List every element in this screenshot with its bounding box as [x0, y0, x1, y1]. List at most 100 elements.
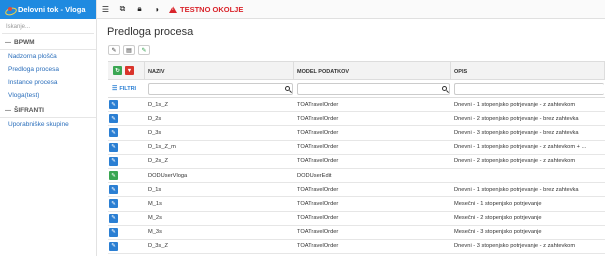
refresh-icon[interactable]: ↻ [113, 66, 122, 75]
row-actions: ✎ [108, 128, 145, 138]
cell-opis: Dnevni - 2 stopenjsko potrjevanje - brez… [454, 115, 579, 122]
cell-model: TOATravelOrder [297, 129, 339, 136]
table-row[interactable]: ✎ DODUserVloga DODUserEdit [108, 169, 605, 184]
cell-model: TOATravelOrder [297, 144, 339, 151]
settings-button[interactable]: ✎ [108, 45, 120, 55]
filter-icon[interactable]: ▼ [125, 66, 134, 75]
sidebar-section-label: ŠIFRANTI [14, 107, 44, 114]
cell-naziv: D_3s_Z [148, 243, 168, 250]
table-row[interactable]: ✎ D_2s_Z TOATravelOrder Dnevni - 2 stopenjs… [108, 155, 605, 169]
sidebar-search-input[interactable]: Iskanje... [2, 21, 94, 34]
row-actions: ✎ [108, 213, 145, 223]
edit-button[interactable]: ✎ [138, 45, 150, 55]
cell-opis: Dnevni - 1 stopenjsko potrjevanje - brez… [454, 186, 579, 193]
cell-naziv: M_1s [148, 200, 162, 207]
external-link-icon[interactable]: ⧉ [114, 0, 131, 19]
sidebar-section-bpwm[interactable]: — BPWM [0, 34, 96, 49]
row-actions: ✎ [108, 100, 145, 110]
edit-row-icon[interactable]: ✎ [109, 241, 118, 251]
sidebar-item-predloga-procesa[interactable]: Predloga procesa [0, 63, 96, 76]
lock-icon[interactable]: 🔒︎ [131, 0, 148, 19]
table-row[interactable]: ✎ D_1s_Z TOATravelOrder Dnevni - 1 stopenjs… [108, 98, 605, 113]
cell-opis: Mesečni - 1 stopenjsko potrjevanje [454, 200, 542, 207]
page-title: Predloga procesa [107, 26, 194, 38]
table-row[interactable]: ✎ D_2s TOATravelOrder Dnevni - 2 stopenjsko… [108, 112, 605, 127]
table-row[interactable]: ✎ D_3s_Z TOATravelOrder Dnevni - 3 stopenjs… [108, 240, 605, 255]
sidebar-item-instance-procesa[interactable]: Instance procesa [0, 76, 96, 89]
cell-opis: Dnevni - 1 stopenjsko potrjevanje - z za… [454, 101, 576, 108]
process-template-grid: ↻ ▼ NAZIV MODEL PODATKOV OPIS ☰ FILTRI ✎… [108, 61, 605, 255]
table-row[interactable]: ✎ D_1s_Z_m TOATravelOrder Dnevni - 1 stopen… [108, 141, 605, 155]
print-button[interactable]: ▤ [123, 45, 135, 55]
edit-row-icon[interactable]: ✎ [109, 156, 118, 166]
search-icon[interactable] [442, 86, 447, 91]
edit-row-icon[interactable]: ✎ [109, 199, 118, 209]
cell-naziv: D_2s [148, 115, 162, 122]
menu-icon[interactable]: ☰ [97, 0, 114, 19]
search-icon[interactable] [285, 86, 290, 91]
print-icon: ▤ [126, 47, 132, 54]
edit-row-icon[interactable]: ✎ [109, 213, 118, 223]
cell-opis: Dnevni - 1 stopenjsko potrjevanje - z za… [454, 144, 587, 151]
cell-model: TOATravelOrder [297, 101, 339, 108]
cell-naziv: M_3s [148, 229, 162, 236]
sidebar-item-uporabniske-skupine[interactable]: Uporabniške skupine [0, 118, 96, 131]
sidebar-item-nadzorna-plosca[interactable]: Nadzorna plošča [0, 50, 96, 63]
sidebar: Delovni tok - Vloga Iskanje... — BPWM Na… [0, 0, 97, 256]
sidebar-section-label: BPWM [14, 39, 35, 46]
filter-opis-input[interactable] [454, 82, 604, 95]
grid-body: ✎ D_1s_Z TOATravelOrder Dnevni - 1 stopenjs… [108, 98, 605, 255]
cell-opis: Dnevni - 2 stopenjsko potrjevanje - z za… [454, 158, 576, 165]
edit-row-icon[interactable]: ✎ [109, 114, 118, 124]
header-actions: ↻ ▼ [108, 62, 145, 79]
sidebar-item-vloga-test[interactable]: Vloga(test) [0, 89, 96, 102]
cell-opis: Mesečni - 3 stopenjsko potrjevanje [454, 229, 542, 236]
table-row[interactable]: ✎ M_3s TOATravelOrder Mesečni - 3 stopenjsk… [108, 226, 605, 240]
edit-row-icon[interactable]: ✎ [109, 100, 118, 110]
row-actions: ✎ [108, 185, 145, 195]
table-row[interactable]: ✎ M_2s TOATravelOrder Mesečni - 2 stopenjsk… [108, 212, 605, 226]
edit-row-icon[interactable]: ✎ [109, 128, 118, 138]
edit-row-icon[interactable]: ✎ [109, 171, 118, 181]
cell-model: TOATravelOrder [297, 115, 339, 122]
edit-row-icon[interactable]: ✎ [109, 185, 118, 195]
cell-model: TOATravelOrder [297, 158, 339, 165]
cell-model: TOATravelOrder [297, 243, 339, 250]
grid-header: ↻ ▼ NAZIV MODEL PODATKOV OPIS [108, 61, 605, 80]
edit-row-icon[interactable]: ✎ [109, 142, 118, 152]
cell-naziv: DODUserVloga [148, 172, 188, 179]
column-header-naziv[interactable]: NAZIV [145, 62, 294, 79]
table-row[interactable]: ✎ M_1s TOATravelOrder Mesečni - 1 stopenjsk… [108, 197, 605, 212]
cell-naziv: M_2s [148, 215, 162, 222]
row-actions: ✎ [108, 156, 145, 166]
pencil-icon: ✎ [141, 47, 147, 54]
minus-icon: — [5, 107, 11, 114]
row-actions: ✎ [108, 199, 145, 209]
cell-opis: Mesečni - 2 stopenjsko potrjevanje [454, 215, 542, 222]
cell-naziv: D_2s_Z [148, 158, 168, 165]
cell-model: TOATravelOrder [297, 229, 339, 236]
table-row[interactable]: ✎ D_1s TOATravelOrder Dnevni - 1 stopenjsko… [108, 183, 605, 198]
filters-label: FILTRI [119, 85, 137, 92]
sidebar-section-sifranti[interactable]: — ŠIFRANTI [0, 102, 96, 117]
cell-model: TOATravelOrder [297, 186, 339, 193]
cell-naziv: D_1s_Z [148, 101, 168, 108]
filter-naziv-input[interactable] [148, 82, 293, 95]
app-logo-icon [5, 6, 15, 14]
row-actions: ✎ [108, 114, 145, 124]
cell-opis: Dnevni - 3 stopenjsko potrjevanje - z za… [454, 243, 576, 250]
cell-opis: Dnevni - 3 stopenjsko potrjevanje - brez… [454, 129, 579, 136]
cell-naziv: D_3s [148, 129, 162, 136]
column-header-model[interactable]: MODEL PODATKOV [294, 62, 451, 79]
app-brand[interactable]: Delovni tok - Vloga [0, 0, 96, 19]
filter-row: ☰ FILTRI [108, 80, 605, 98]
contrast-icon[interactable]: ◑ [148, 0, 165, 19]
table-row[interactable]: ✎ D_3s TOATravelOrder Dnevni - 3 stopenjsko… [108, 126, 605, 141]
list-icon: ☰ [112, 86, 118, 92]
filters-button[interactable]: ☰ FILTRI [108, 85, 145, 93]
filter-model-input[interactable] [297, 82, 450, 95]
column-header-opis[interactable]: OPIS [451, 62, 605, 79]
edit-row-icon[interactable]: ✎ [109, 227, 118, 237]
warning-icon [169, 5, 177, 13]
wrench-icon: ✎ [111, 47, 117, 54]
